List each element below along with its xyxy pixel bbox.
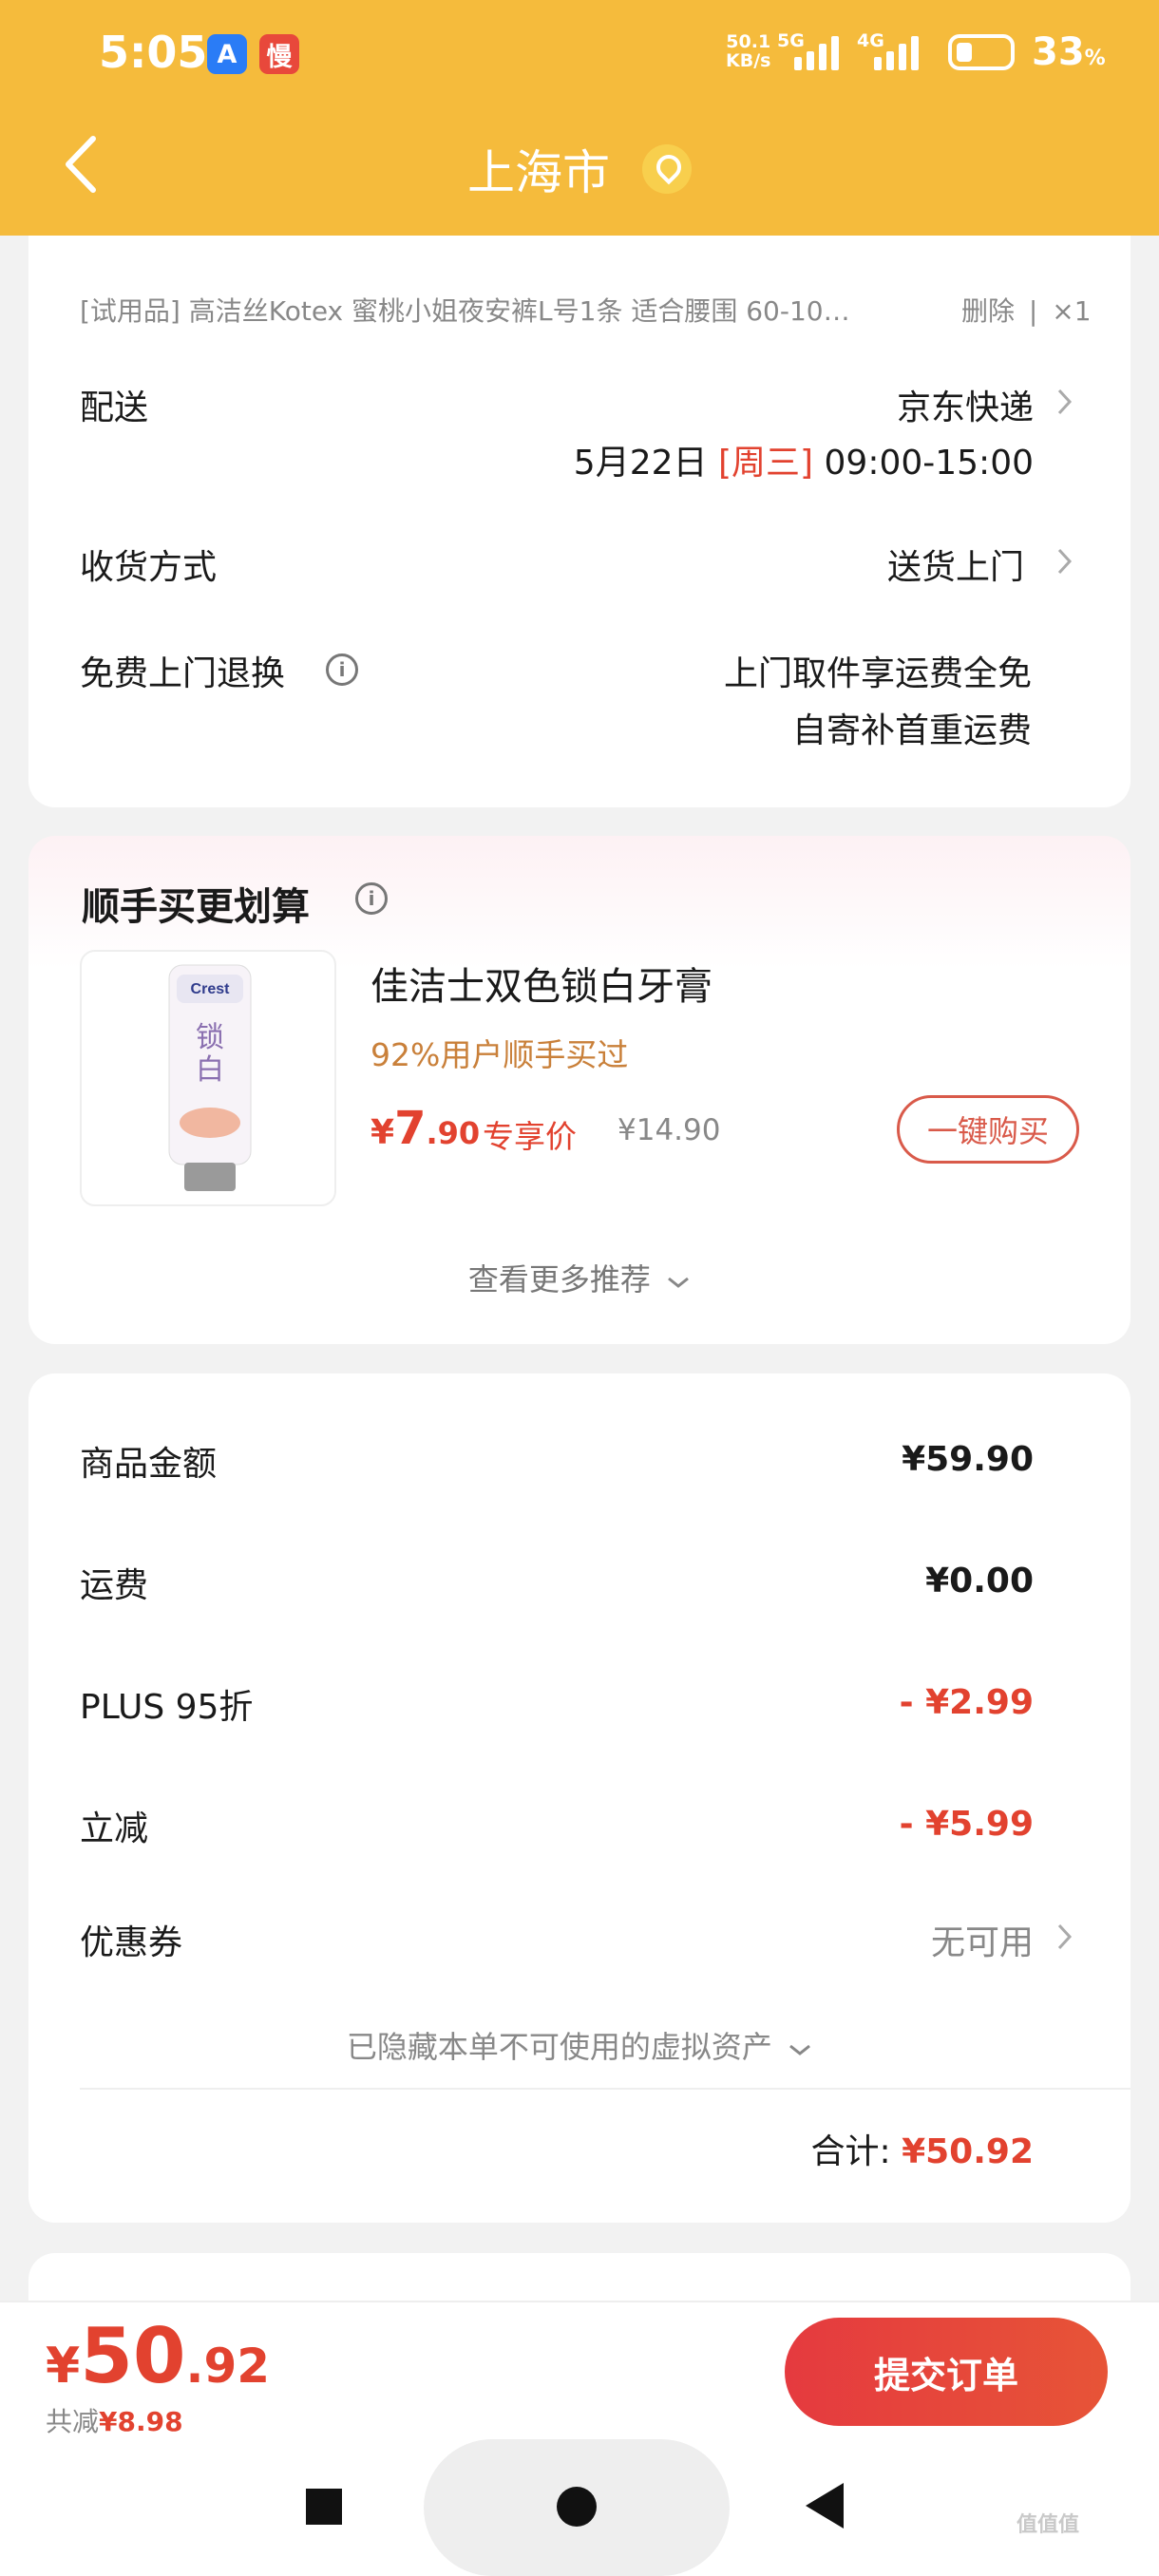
product-image[interactable]: Crest 锁 白 [80,950,336,1206]
hidden-assets-toggle[interactable]: 已隐藏本单不可使用的虚拟资产 [0,2023,1159,2067]
home-icon[interactable] [557,2487,597,2527]
location-title[interactable]: 上海市 [0,135,1159,203]
svg-text:Crest: Crest [191,981,231,997]
receive-method-label: 收货方式 [80,548,218,587]
recommend-title: 顺手买更划算 [82,885,310,929]
freight-value: ¥0.00 [925,1562,1034,1601]
submit-order-button[interactable]: 提交订单 [785,2318,1108,2426]
app-store-icon: A [207,34,247,74]
toothpaste-image-icon: Crest 锁 白 [168,964,252,1191]
exclusive-price-tag: 专享价 [483,1118,577,1155]
order-total: 合计: ¥50.92 [810,2132,1034,2171]
coupon-label: 优惠券 [80,1923,183,1962]
receive-chevron-icon[interactable] [1054,545,1075,578]
coupon-value[interactable]: 无可用 [931,1915,1034,1964]
net-speed-unit: KB/s [726,50,771,71]
status-bar: 5:05 A 慢 50.1 KB/s 5G 4G 33% [0,0,1159,104]
trial-item-text: [试用品] 高洁丝Kotex 蜜桃小姐夜安裤L号1条 适合腰围 60-10… [80,295,850,327]
divider [80,2088,1130,2090]
payable-amount: ¥50.92 [46,2312,271,2400]
plus-discount-label: PLUS 95折 [80,1688,254,1727]
total-saved: 共减¥8.98 [46,2406,183,2437]
instant-discount-label: 立减 [80,1809,149,1848]
battery-percent: 33% [1032,30,1106,74]
shipping-value[interactable]: 京东快递 [897,380,1034,429]
product-name[interactable]: 佳洁士双色锁白牙膏 [370,956,712,1011]
status-time: 5:05 [99,27,208,78]
instant-discount-value: - ¥5.99 [899,1805,1034,1844]
chevron-down-icon [668,1277,690,1288]
delivery-date-day: 5月22日 [573,444,708,483]
shipping-chevron-icon[interactable] [1054,386,1075,418]
signal-5g-icon [794,32,839,70]
free-return-label: 免费上门退换 [80,654,286,693]
slow-app-icon: 慢 [259,34,299,74]
system-back-icon[interactable] [806,2483,844,2529]
net-speed: 50.1 KB/s [726,32,770,70]
purchase-hint: 92%用户顺手买过 [370,1036,629,1073]
trial-qty: ×1 [1052,295,1092,327]
goods-amount-label: 商品金额 [80,1445,218,1484]
original-price: ¥14.90 [618,1113,721,1147]
info-icon[interactable]: i [326,653,358,686]
net-speed-value: 50.1 [726,31,771,52]
goods-amount-value: ¥59.90 [902,1440,1034,1479]
chevron-down-icon [789,2044,811,2055]
delete-link[interactable]: 删除 [961,295,1015,327]
one-click-buy-button[interactable]: 一键购买 [897,1095,1079,1164]
location-pin-icon [641,144,692,194]
trial-item-actions: 删除 | ×1 [961,291,1092,329]
freight-label: 运费 [80,1566,149,1605]
plus-discount-value: - ¥2.99 [899,1683,1034,1722]
svg-text:白: 白 [196,1053,224,1087]
delivery-time: 09:00-15:00 [824,444,1034,483]
fee-card [28,1373,1130,2223]
see-more-recommend[interactable]: 查看更多推荐 [0,1256,1159,1299]
recommend-info-icon[interactable]: i [355,882,388,915]
watermark: 值值值 [1016,2513,1080,2537]
coupon-chevron-icon[interactable] [1054,1921,1075,1953]
shipping-label: 配送 [80,388,149,427]
trial-separator: | [1028,295,1038,327]
signal-4g-icon [874,32,919,70]
free-return-line2: 自寄补首重运费 [791,711,1032,750]
delivery-weekday: [周三] [717,444,814,483]
delivery-date: 5月22日 [周三] 09:00-15:00 [574,435,1034,484]
product-price: ¥7.90 [370,1102,481,1155]
svg-text:锁: 锁 [196,1021,224,1054]
recents-icon[interactable] [306,2489,342,2525]
battery-icon [948,34,1015,70]
receive-method-value[interactable]: 送货上门 [887,540,1024,589]
free-return-line1: 上门取件享运费全免 [723,654,1032,693]
